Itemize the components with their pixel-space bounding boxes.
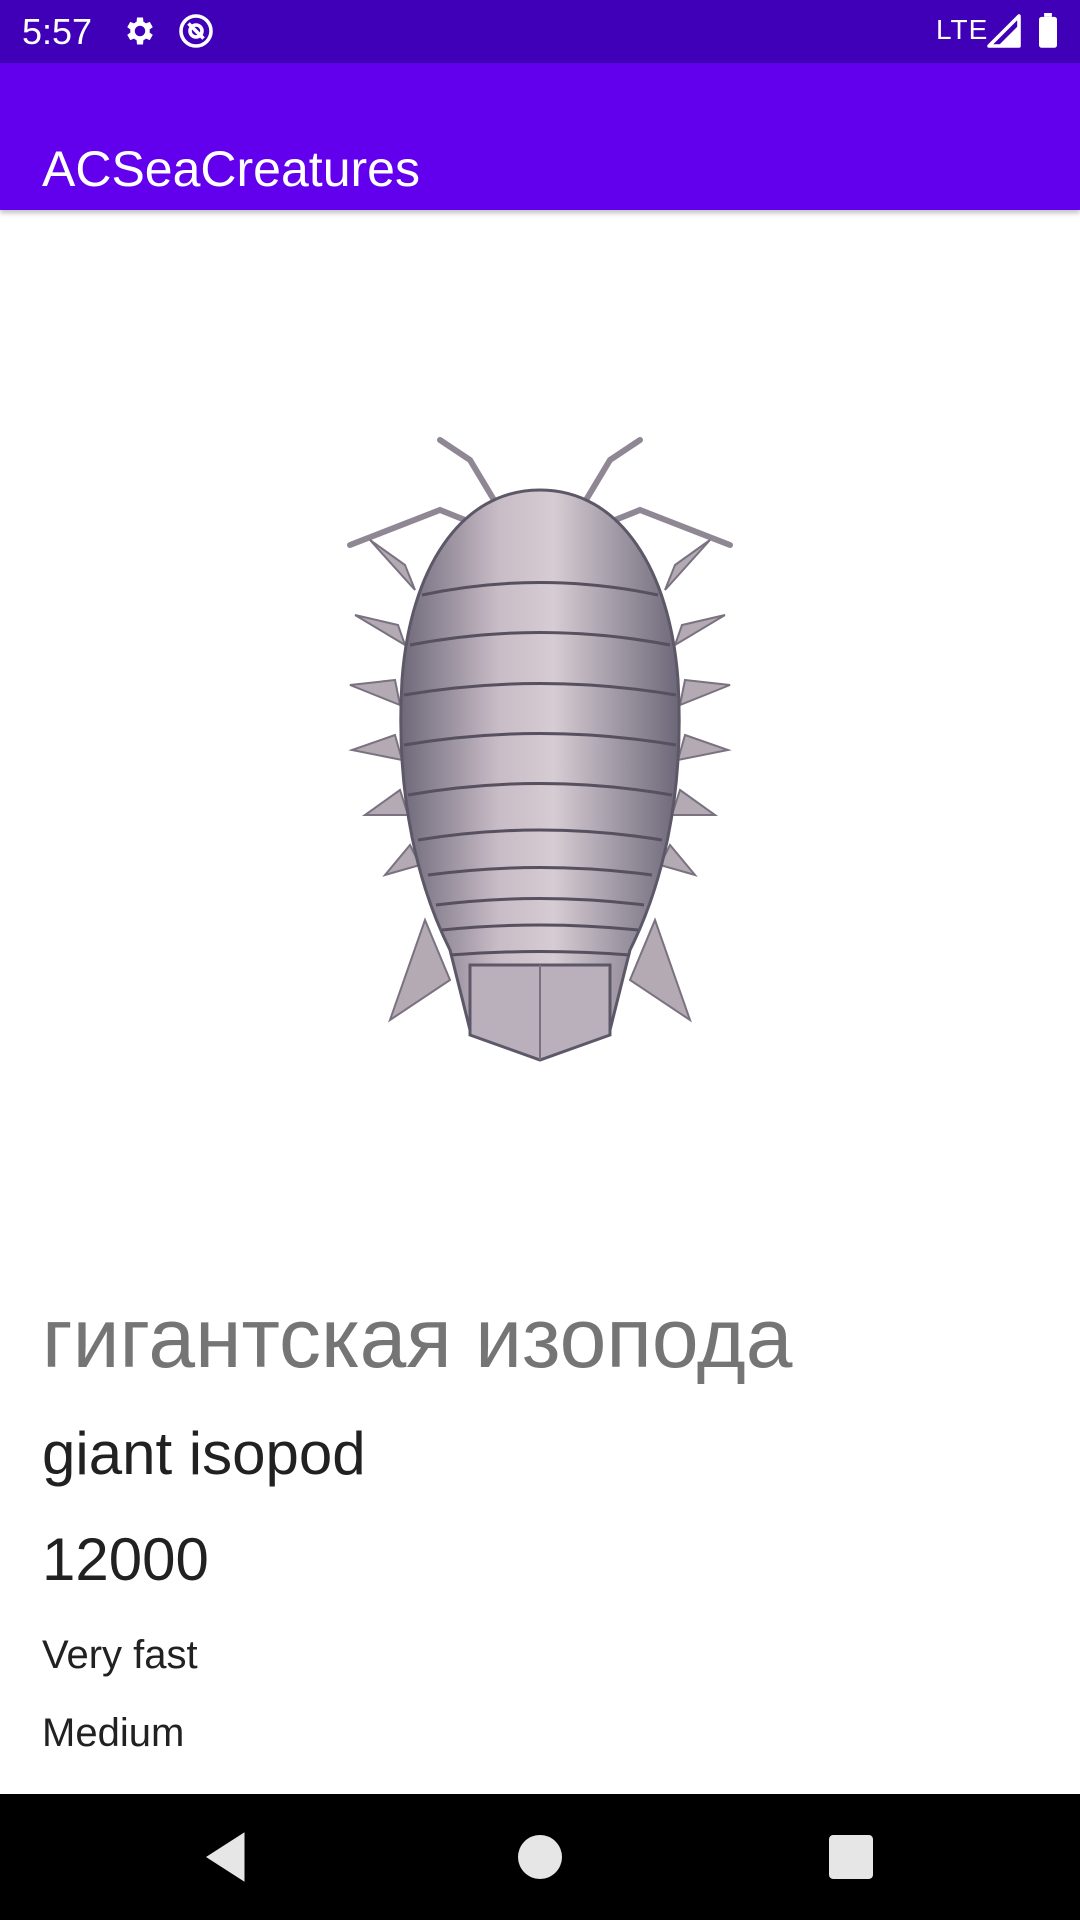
battery-icon [1039, 13, 1057, 48]
back-icon[interactable] [195, 1824, 261, 1890]
status-bar: 5:57 LTE [0, 0, 1080, 63]
giant-isopod-image [347, 437, 733, 1062]
signal-icon [987, 14, 1021, 48]
at-sign-icon [179, 14, 213, 48]
creature-price: 12000 [42, 1526, 209, 1593]
creature-speed: Very fast [42, 1633, 198, 1677]
network-type-label: LTE [936, 14, 989, 45]
app-title: ACSeaCreatures [42, 140, 420, 197]
creature-name-english: giant isopod [42, 1420, 366, 1487]
gear-icon [127, 17, 153, 45]
creature-name-russian: гигантская изопода [42, 1291, 793, 1385]
status-time: 5:57 [22, 11, 93, 52]
recents-icon[interactable] [818, 1824, 884, 1890]
creature-size: Medium [42, 1711, 185, 1755]
navigation-bar [0, 1794, 1080, 1920]
app-bar: ACSeaCreatures [0, 63, 1080, 210]
home-icon[interactable] [507, 1824, 573, 1890]
